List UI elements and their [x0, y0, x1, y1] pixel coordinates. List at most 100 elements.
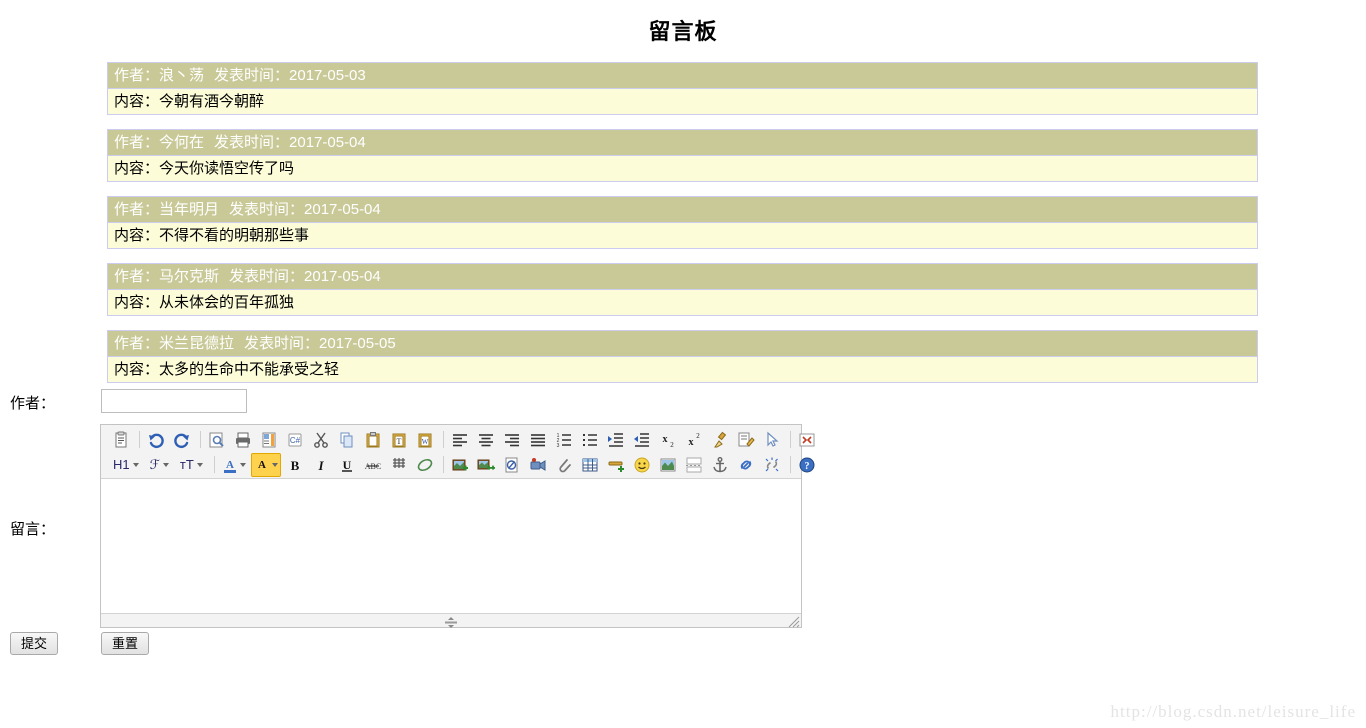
print-icon[interactable] — [231, 428, 255, 452]
remove-format-icon[interactable] — [708, 428, 732, 452]
paste-icon[interactable] — [361, 428, 385, 452]
paste-word-icon[interactable]: W — [413, 428, 437, 452]
align-left-icon[interactable] — [448, 428, 472, 452]
link-icon[interactable] — [734, 453, 758, 477]
svg-text:C#: C# — [290, 436, 301, 445]
page-break-icon[interactable] — [682, 453, 706, 477]
toolbar-separator — [790, 431, 791, 448]
resize-grip-icon[interactable] — [444, 615, 458, 628]
templates-icon[interactable] — [257, 428, 281, 452]
toolbar-separator — [443, 431, 444, 448]
combo-label: H1 — [113, 457, 130, 472]
chevron-down-icon — [240, 462, 247, 467]
align-justify-icon[interactable] — [526, 428, 550, 452]
toolbar-separator — [789, 456, 791, 473]
combo-label: ᴛT — [179, 457, 194, 472]
multi-image-icon[interactable] — [474, 453, 498, 477]
emoji-icon[interactable] — [630, 453, 654, 477]
svg-text:2: 2 — [696, 432, 700, 440]
message-author: 作者：浪丶荡 — [114, 67, 205, 84]
superscript-icon[interactable]: x2 — [682, 428, 706, 452]
svg-text:U: U — [342, 458, 351, 472]
line-height-icon[interactable] — [387, 453, 411, 477]
message-time: 发表时间：2017-05-03 — [214, 67, 366, 84]
align-right-icon[interactable] — [500, 428, 524, 452]
italic-icon[interactable]: I — [309, 453, 333, 477]
reset-button[interactable]: 重置 — [101, 632, 150, 655]
author-input[interactable] — [101, 389, 247, 413]
message-item: 作者：当年明月 发表时间：2017-05-04 内容：不得不看的明朝那些事 — [107, 196, 1258, 249]
indent-icon[interactable] — [604, 428, 628, 452]
background-color-icon[interactable]: A — [250, 452, 281, 477]
message-item: 作者：浪丶荡 发表时间：2017-05-03 内容：今朝有酒今朝醉 — [107, 62, 1258, 115]
underline-icon[interactable]: U — [335, 453, 359, 477]
video-icon[interactable] — [526, 453, 550, 477]
svg-text:3: 3 — [557, 443, 560, 449]
svg-text:I: I — [317, 458, 324, 473]
numbered-list-icon[interactable]: 123 — [552, 428, 576, 452]
message-author: 作者：今何在 — [114, 134, 205, 151]
flash-icon[interactable] — [500, 453, 524, 477]
anchor-icon[interactable] — [708, 453, 732, 477]
toolbar-separator — [213, 456, 215, 473]
attachment-icon[interactable] — [552, 453, 576, 477]
bulleted-list-icon[interactable] — [578, 428, 602, 452]
resize-corner-icon[interactable] — [788, 615, 800, 628]
editor-resize-bar[interactable] — [101, 613, 801, 628]
message-content: 内容：不得不看的明朝那些事 — [107, 223, 1258, 249]
eraser-icon[interactable] — [413, 453, 437, 477]
font-family-select[interactable]: ℱ — [146, 453, 172, 476]
picture-icon[interactable] — [656, 453, 680, 477]
message-header: 作者：马尔克斯 发表时间：2017-05-04 — [107, 263, 1258, 290]
message-item: 作者：马尔克斯 发表时间：2017-05-04 内容：从未体会的百年孤独 — [107, 263, 1258, 316]
editor-toolbar: C# T W 1 2 3 x 2 x 2 H1 ℱᴛT A A B I U ABC? — [101, 425, 815, 479]
message-content: 内容：太多的生命中不能承受之轻 — [107, 357, 1258, 383]
cut-icon[interactable] — [309, 428, 333, 452]
message-header: 作者：浪丶荡 发表时间：2017-05-03 — [107, 62, 1258, 89]
align-center-icon[interactable] — [474, 428, 498, 452]
text-color-icon[interactable]: A — [219, 453, 249, 477]
author-label: 作者： — [10, 395, 56, 412]
toolbar-separator — [139, 431, 140, 448]
svg-text:W: W — [422, 438, 429, 446]
svg-text:B: B — [290, 458, 299, 473]
message-header: 作者：米兰昆德拉 发表时间：2017-05-05 — [107, 330, 1258, 357]
font-size-select[interactable]: ᴛT — [176, 453, 206, 476]
code-csharp-icon[interactable]: C# — [283, 428, 307, 452]
svg-text:A: A — [258, 459, 266, 471]
submit-button[interactable]: 提交 — [10, 632, 59, 655]
preview-icon[interactable] — [205, 428, 229, 452]
message-item: 作者：米兰昆德拉 发表时间：2017-05-05 内容：太多的生命中不能承受之轻 — [107, 330, 1258, 383]
chevron-down-icon — [132, 462, 139, 467]
undo-icon[interactable] — [144, 428, 168, 452]
svg-text:x: x — [689, 437, 694, 448]
redo-icon[interactable] — [170, 428, 194, 452]
unlink-icon[interactable] — [760, 453, 784, 477]
maximize-icon[interactable] — [795, 428, 819, 452]
paragraph-format-select[interactable]: H1 — [109, 453, 142, 476]
editor-content-area[interactable] — [101, 479, 801, 613]
message-time: 发表时间：2017-05-04 — [214, 134, 366, 151]
svg-text:x: x — [663, 434, 668, 445]
combo-label: ℱ — [149, 456, 160, 472]
message-time: 发表时间：2017-05-04 — [229, 268, 381, 285]
help-icon[interactable]: ? — [795, 453, 819, 477]
chevron-down-icon — [162, 462, 169, 467]
paste-text-icon[interactable]: T — [387, 428, 411, 452]
rich-text-editor[interactable]: C# T W 1 2 3 x 2 x 2 H1 ℱᴛT A A B I U ABC? — [100, 424, 815, 628]
chevron-down-icon — [272, 462, 279, 467]
table-icon[interactable] — [578, 453, 602, 477]
source-icon[interactable] — [109, 428, 133, 452]
bold-icon[interactable]: B — [283, 453, 307, 477]
message-author: 作者：米兰昆德拉 — [114, 335, 235, 352]
horizontal-rule-icon[interactable] — [604, 453, 628, 477]
copy-icon[interactable] — [335, 428, 359, 452]
image-icon[interactable] — [448, 453, 472, 477]
subscript-icon[interactable]: x2 — [656, 428, 680, 452]
svg-text:T: T — [397, 437, 402, 446]
outdent-icon[interactable] — [630, 428, 654, 452]
chevron-down-icon — [196, 462, 203, 467]
select-cursor-icon[interactable] — [760, 428, 784, 452]
strikethrough-icon[interactable]: ABC — [361, 453, 385, 477]
edit-document-icon[interactable] — [734, 428, 758, 452]
